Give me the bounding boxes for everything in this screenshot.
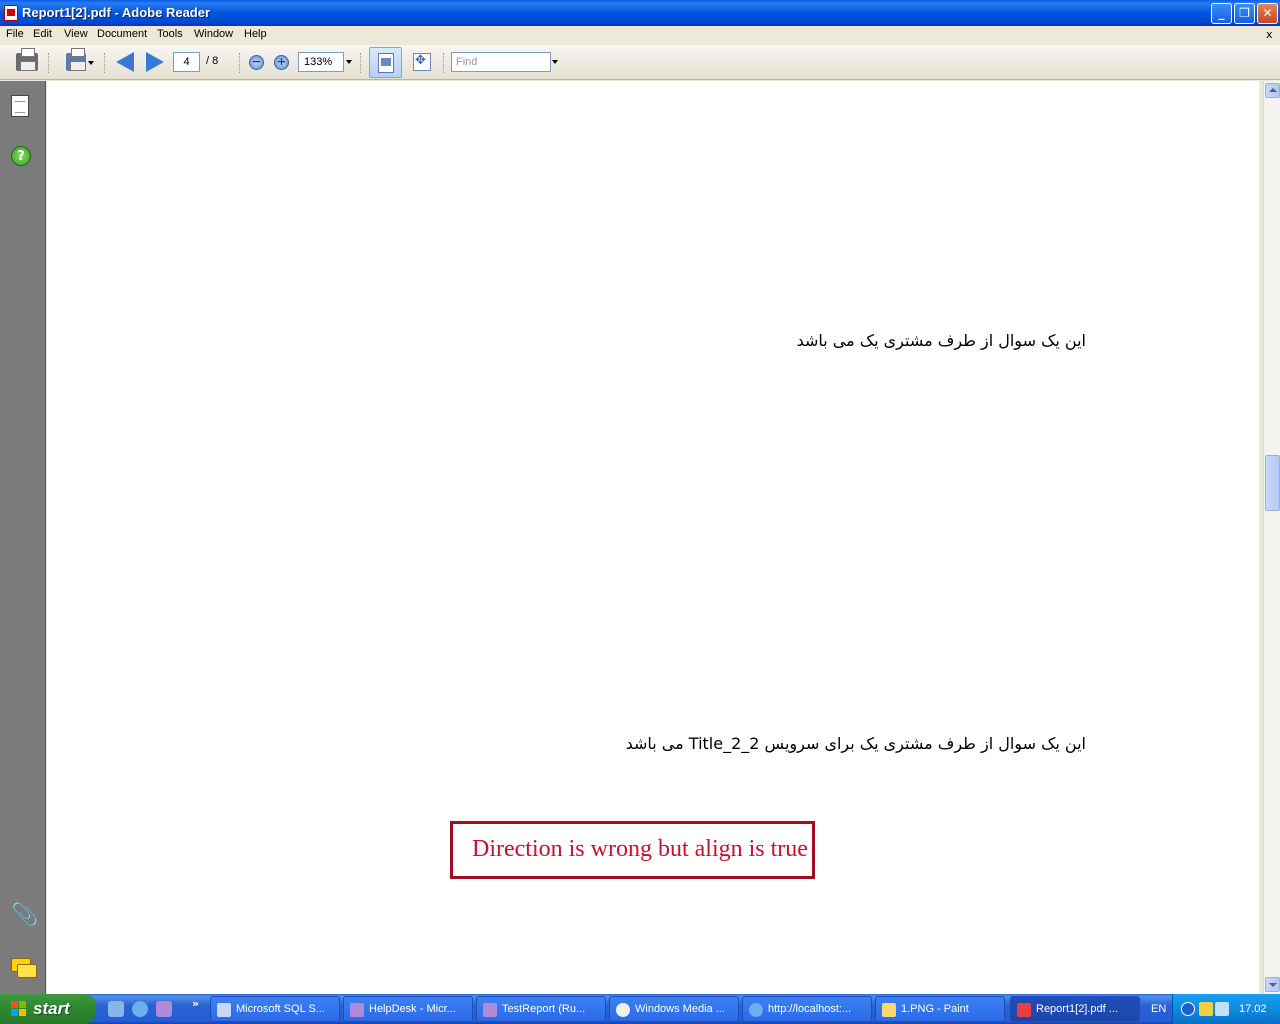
next-page-button[interactable] [144, 51, 166, 73]
clock: 17.02 [1239, 1003, 1267, 1015]
annotation-box: Direction is wrong but align is true [450, 821, 815, 879]
tray-expand-icon[interactable] [1181, 1002, 1195, 1016]
annotation-text: Direction is wrong but align is true [472, 836, 808, 862]
close-button[interactable]: ✕ [1257, 3, 1278, 24]
quick-launch-chevron[interactable]: » [192, 997, 199, 1010]
zoom-in-icon: + [274, 54, 289, 70]
print-button[interactable] [15, 48, 39, 73]
email-button[interactable] [58, 48, 94, 73]
sql-server-icon [217, 1003, 231, 1017]
internet-explorer-icon[interactable] [132, 1001, 148, 1017]
zoom-out-button[interactable]: − [249, 53, 264, 71]
taskbar: start » Microsoft SQL S... HelpDesk - Mi… [0, 994, 1280, 1024]
fit-page-icon [378, 53, 394, 73]
paint-icon [882, 1003, 896, 1017]
fit-page-button[interactable] [369, 47, 402, 78]
taskbar-item-testreport[interactable]: TestReport (Ru... [476, 996, 606, 1022]
adobe-reader-icon [4, 5, 18, 21]
display-icon[interactable] [1215, 1002, 1229, 1016]
taskbar-item-localhost[interactable]: http://localhost:... [742, 996, 872, 1022]
zoom-level-input[interactable]: 133% [298, 52, 344, 72]
start-label: start [33, 999, 70, 1018]
printer-icon [16, 48, 38, 71]
title-bar[interactable]: Report1[2].pdf - Adobe Reader _ ❐ ✕ [0, 0, 1280, 26]
zoom-dropdown-icon[interactable] [346, 60, 352, 64]
document-text-line: این یک سوال از طرف مشتری یک برای سرویس T… [625, 734, 1086, 753]
attachments-icon[interactable]: 📎 [11, 904, 38, 928]
menu-bar: File Edit View Document Tools Window Hel… [0, 26, 1280, 45]
arrow-left-icon [116, 52, 134, 72]
document-close-icon[interactable]: x [1266, 28, 1273, 41]
email-icon [66, 48, 86, 71]
window-title: Report1[2].pdf - Adobe Reader [22, 5, 211, 20]
previous-page-button[interactable] [114, 51, 136, 73]
show-desktop-icon[interactable] [108, 1001, 124, 1017]
adobe-reader-icon [1017, 1003, 1031, 1017]
full-screen-icon [413, 53, 431, 71]
zoom-in-button[interactable]: + [274, 53, 289, 71]
comments-icon[interactable] [11, 958, 37, 978]
menu-window[interactable]: Window [194, 28, 233, 40]
menu-view[interactable]: View [64, 28, 88, 40]
windows-logo-icon [11, 1001, 27, 1017]
find-dropdown-icon[interactable] [552, 60, 558, 64]
menu-help[interactable]: Help [244, 28, 267, 40]
visual-studio-icon [350, 1003, 364, 1017]
navigation-pane: ? 📎 [0, 81, 46, 994]
visual-studio-icon [483, 1003, 497, 1017]
scroll-down-button[interactable] [1265, 977, 1280, 992]
language-indicator[interactable]: EN [1151, 1003, 1166, 1015]
taskbar-item-helpdesk[interactable]: HelpDesk - Micr... [343, 996, 473, 1022]
taskbar-item-sql-server[interactable]: Microsoft SQL S... [210, 996, 340, 1022]
menu-document[interactable]: Document [97, 28, 147, 40]
scroll-up-button[interactable] [1265, 83, 1280, 98]
minimize-button[interactable]: _ [1211, 3, 1232, 24]
menu-file[interactable]: File [6, 28, 24, 40]
page-total: / 8 [206, 55, 219, 67]
arrow-right-icon [146, 52, 164, 72]
pages-icon[interactable] [11, 95, 29, 117]
document-text-line: این یک سوال از طرف مشتری یک می باشد [796, 331, 1086, 350]
document-page[interactable]: این یک سوال از طرف مشتری یک می باشد این … [47, 81, 1259, 994]
scroll-thumb[interactable] [1265, 455, 1280, 511]
menu-tools[interactable]: Tools [157, 28, 183, 40]
full-screen-button[interactable] [412, 52, 432, 72]
taskbar-item-paint[interactable]: 1.PNG - Paint [875, 996, 1005, 1022]
network-icon[interactable] [1199, 1002, 1213, 1016]
taskbar-item-media-player[interactable]: Windows Media ... [609, 996, 739, 1022]
find-input[interactable]: Find [451, 52, 551, 72]
media-player-icon [616, 1003, 630, 1017]
taskbar-item-adobe-reader[interactable]: Report1[2].pdf ... [1010, 996, 1140, 1022]
page-number-input[interactable]: 4 [173, 52, 200, 72]
start-button[interactable]: start [0, 994, 96, 1024]
menu-edit[interactable]: Edit [33, 28, 52, 40]
internet-explorer-icon [749, 1003, 763, 1017]
restore-button[interactable]: ❐ [1234, 3, 1255, 24]
system-tray: 17.02 [1172, 994, 1280, 1024]
zoom-out-icon: − [249, 54, 264, 70]
help-icon[interactable]: ? [11, 146, 31, 166]
visual-studio-icon[interactable] [156, 1001, 172, 1017]
vertical-scrollbar[interactable] [1263, 81, 1280, 994]
